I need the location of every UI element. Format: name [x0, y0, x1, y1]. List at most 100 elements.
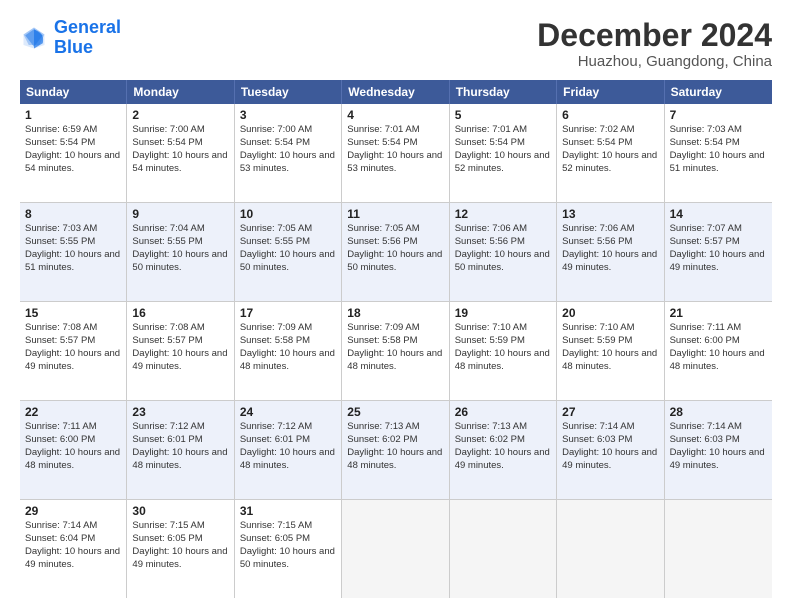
calendar-cell-14: 14Sunrise: 7:07 AM Sunset: 5:57 PM Dayli… — [665, 203, 772, 301]
calendar-cell-27: 27Sunrise: 7:14 AM Sunset: 6:03 PM Dayli… — [557, 401, 664, 499]
header-day-sunday: Sunday — [20, 80, 127, 104]
calendar-cell-11: 11Sunrise: 7:05 AM Sunset: 5:56 PM Dayli… — [342, 203, 449, 301]
day-info: Sunrise: 7:12 AM Sunset: 6:01 PM Dayligh… — [240, 421, 335, 470]
calendar-cell-17: 17Sunrise: 7:09 AM Sunset: 5:58 PM Dayli… — [235, 302, 342, 400]
day-number: 31 — [240, 503, 336, 519]
header-day-saturday: Saturday — [665, 80, 772, 104]
calendar-cell-31: 31Sunrise: 7:15 AM Sunset: 6:05 PM Dayli… — [235, 500, 342, 598]
calendar-cell-23: 23Sunrise: 7:12 AM Sunset: 6:01 PM Dayli… — [127, 401, 234, 499]
calendar-cell-8: 8Sunrise: 7:03 AM Sunset: 5:55 PM Daylig… — [20, 203, 127, 301]
day-info: Sunrise: 7:11 AM Sunset: 6:00 PM Dayligh… — [670, 322, 765, 371]
day-number: 6 — [562, 107, 658, 123]
day-info: Sunrise: 7:02 AM Sunset: 5:54 PM Dayligh… — [562, 124, 657, 173]
day-info: Sunrise: 7:05 AM Sunset: 5:55 PM Dayligh… — [240, 223, 335, 272]
day-number: 9 — [132, 206, 228, 222]
day-number: 27 — [562, 404, 658, 420]
calendar-cell-21: 21Sunrise: 7:11 AM Sunset: 6:00 PM Dayli… — [665, 302, 772, 400]
day-number: 11 — [347, 206, 443, 222]
calendar-cell-9: 9Sunrise: 7:04 AM Sunset: 5:55 PM Daylig… — [127, 203, 234, 301]
calendar-cell-30: 30Sunrise: 7:15 AM Sunset: 6:05 PM Dayli… — [127, 500, 234, 598]
calendar-body: 1Sunrise: 6:59 AM Sunset: 5:54 PM Daylig… — [20, 104, 772, 598]
header-day-wednesday: Wednesday — [342, 80, 449, 104]
logo-line2: Blue — [54, 37, 93, 57]
day-info: Sunrise: 7:09 AM Sunset: 5:58 PM Dayligh… — [347, 322, 442, 371]
day-number: 20 — [562, 305, 658, 321]
calendar-cell-empty — [665, 500, 772, 598]
month-title: December 2024 — [537, 18, 772, 53]
day-number: 16 — [132, 305, 228, 321]
calendar-cell-5: 5Sunrise: 7:01 AM Sunset: 5:54 PM Daylig… — [450, 104, 557, 202]
calendar-cell-empty — [450, 500, 557, 598]
header-day-thursday: Thursday — [450, 80, 557, 104]
day-info: Sunrise: 7:14 AM Sunset: 6:03 PM Dayligh… — [562, 421, 657, 470]
calendar-cell-19: 19Sunrise: 7:10 AM Sunset: 5:59 PM Dayli… — [450, 302, 557, 400]
location: Huazhou, Guangdong, China — [537, 53, 772, 70]
day-info: Sunrise: 7:15 AM Sunset: 6:05 PM Dayligh… — [132, 520, 227, 569]
calendar-cell-12: 12Sunrise: 7:06 AM Sunset: 5:56 PM Dayli… — [450, 203, 557, 301]
calendar: SundayMondayTuesdayWednesdayThursdayFrid… — [20, 80, 772, 598]
day-number: 1 — [25, 107, 121, 123]
day-info: Sunrise: 7:03 AM Sunset: 5:54 PM Dayligh… — [670, 124, 765, 173]
day-info: Sunrise: 7:08 AM Sunset: 5:57 PM Dayligh… — [132, 322, 227, 371]
day-info: Sunrise: 7:00 AM Sunset: 5:54 PM Dayligh… — [240, 124, 335, 173]
calendar-cell-13: 13Sunrise: 7:06 AM Sunset: 5:56 PM Dayli… — [557, 203, 664, 301]
day-info: Sunrise: 7:07 AM Sunset: 5:57 PM Dayligh… — [670, 223, 765, 272]
calendar-week-3: 15Sunrise: 7:08 AM Sunset: 5:57 PM Dayli… — [20, 302, 772, 401]
day-info: Sunrise: 7:01 AM Sunset: 5:54 PM Dayligh… — [455, 124, 550, 173]
logo-icon — [20, 24, 48, 52]
day-number: 12 — [455, 206, 551, 222]
day-info: Sunrise: 7:06 AM Sunset: 5:56 PM Dayligh… — [562, 223, 657, 272]
day-info: Sunrise: 7:14 AM Sunset: 6:04 PM Dayligh… — [25, 520, 120, 569]
logo-line1: General — [54, 17, 121, 37]
day-number: 15 — [25, 305, 121, 321]
calendar-cell-10: 10Sunrise: 7:05 AM Sunset: 5:55 PM Dayli… — [235, 203, 342, 301]
day-number: 3 — [240, 107, 336, 123]
day-number: 30 — [132, 503, 228, 519]
day-number: 18 — [347, 305, 443, 321]
calendar-cell-22: 22Sunrise: 7:11 AM Sunset: 6:00 PM Dayli… — [20, 401, 127, 499]
day-number: 26 — [455, 404, 551, 420]
day-number: 4 — [347, 107, 443, 123]
title-block: December 2024 Huazhou, Guangdong, China — [537, 18, 772, 70]
day-info: Sunrise: 7:10 AM Sunset: 5:59 PM Dayligh… — [455, 322, 550, 371]
calendar-cell-29: 29Sunrise: 7:14 AM Sunset: 6:04 PM Dayli… — [20, 500, 127, 598]
day-number: 17 — [240, 305, 336, 321]
day-number: 28 — [670, 404, 767, 420]
calendar-cell-6: 6Sunrise: 7:02 AM Sunset: 5:54 PM Daylig… — [557, 104, 664, 202]
day-info: Sunrise: 6:59 AM Sunset: 5:54 PM Dayligh… — [25, 124, 120, 173]
day-number: 10 — [240, 206, 336, 222]
calendar-week-5: 29Sunrise: 7:14 AM Sunset: 6:04 PM Dayli… — [20, 500, 772, 598]
calendar-cell-16: 16Sunrise: 7:08 AM Sunset: 5:57 PM Dayli… — [127, 302, 234, 400]
calendar-cell-7: 7Sunrise: 7:03 AM Sunset: 5:54 PM Daylig… — [665, 104, 772, 202]
day-info: Sunrise: 7:08 AM Sunset: 5:57 PM Dayligh… — [25, 322, 120, 371]
calendar-header: SundayMondayTuesdayWednesdayThursdayFrid… — [20, 80, 772, 104]
day-info: Sunrise: 7:06 AM Sunset: 5:56 PM Dayligh… — [455, 223, 550, 272]
day-info: Sunrise: 7:13 AM Sunset: 6:02 PM Dayligh… — [347, 421, 442, 470]
day-info: Sunrise: 7:15 AM Sunset: 6:05 PM Dayligh… — [240, 520, 335, 569]
calendar-week-2: 8Sunrise: 7:03 AM Sunset: 5:55 PM Daylig… — [20, 203, 772, 302]
day-number: 23 — [132, 404, 228, 420]
day-number: 13 — [562, 206, 658, 222]
logo-text: General Blue — [54, 18, 121, 58]
day-info: Sunrise: 7:04 AM Sunset: 5:55 PM Dayligh… — [132, 223, 227, 272]
day-number: 21 — [670, 305, 767, 321]
calendar-cell-2: 2Sunrise: 7:00 AM Sunset: 5:54 PM Daylig… — [127, 104, 234, 202]
day-info: Sunrise: 7:01 AM Sunset: 5:54 PM Dayligh… — [347, 124, 442, 173]
day-number: 8 — [25, 206, 121, 222]
day-number: 25 — [347, 404, 443, 420]
calendar-cell-empty — [557, 500, 664, 598]
day-info: Sunrise: 7:10 AM Sunset: 5:59 PM Dayligh… — [562, 322, 657, 371]
day-number: 2 — [132, 107, 228, 123]
calendar-cell-28: 28Sunrise: 7:14 AM Sunset: 6:03 PM Dayli… — [665, 401, 772, 499]
day-info: Sunrise: 7:05 AM Sunset: 5:56 PM Dayligh… — [347, 223, 442, 272]
calendar-cell-24: 24Sunrise: 7:12 AM Sunset: 6:01 PM Dayli… — [235, 401, 342, 499]
calendar-cell-18: 18Sunrise: 7:09 AM Sunset: 5:58 PM Dayli… — [342, 302, 449, 400]
calendar-cell-15: 15Sunrise: 7:08 AM Sunset: 5:57 PM Dayli… — [20, 302, 127, 400]
day-info: Sunrise: 7:09 AM Sunset: 5:58 PM Dayligh… — [240, 322, 335, 371]
header: General Blue December 2024 Huazhou, Guan… — [20, 18, 772, 70]
calendar-week-1: 1Sunrise: 6:59 AM Sunset: 5:54 PM Daylig… — [20, 104, 772, 203]
day-number: 5 — [455, 107, 551, 123]
calendar-cell-empty — [342, 500, 449, 598]
page: General Blue December 2024 Huazhou, Guan… — [0, 0, 792, 612]
calendar-cell-1: 1Sunrise: 6:59 AM Sunset: 5:54 PM Daylig… — [20, 104, 127, 202]
